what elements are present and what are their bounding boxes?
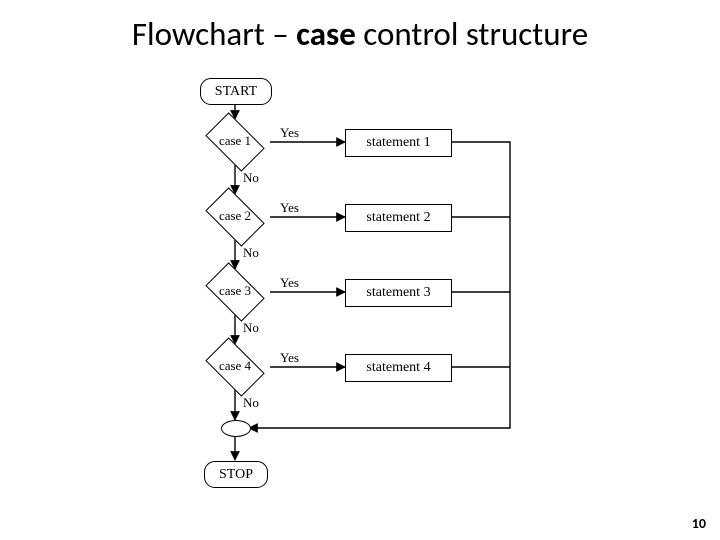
- case-1-label: case 1: [219, 134, 251, 148]
- stop-terminal: STOP: [204, 461, 268, 488]
- title-emphasis: case: [296, 14, 356, 54]
- no-label-2: No: [243, 245, 259, 261]
- title-text-post: control structure: [356, 14, 588, 54]
- no-label-1: No: [243, 170, 259, 186]
- connector: [221, 420, 251, 437]
- decision-case-3: case 3: [200, 269, 270, 314]
- statement-4-label: statement 4: [366, 360, 430, 375]
- yes-label-4: Yes: [280, 350, 299, 366]
- statement-3-label: statement 3: [366, 285, 430, 300]
- yes-label-2: Yes: [280, 200, 299, 216]
- case-2-label: case 2: [219, 209, 251, 223]
- slide: Flowchart – case control structure: [0, 0, 720, 540]
- start-terminal: START: [200, 78, 272, 105]
- no-label-3: No: [243, 320, 259, 336]
- statement-4: statement 4: [345, 354, 452, 382]
- statement-2: statement 2: [345, 204, 452, 232]
- slide-title: Flowchart – case control structure: [0, 14, 720, 54]
- decision-case-2: case 2: [200, 194, 270, 239]
- start-label: START: [215, 84, 257, 99]
- stop-label: STOP: [219, 467, 253, 482]
- statement-1-label: statement 1: [366, 135, 430, 150]
- yes-label-3: Yes: [280, 275, 299, 291]
- statement-2-label: statement 2: [366, 210, 430, 225]
- page-number: 10: [692, 515, 706, 532]
- no-label-4: No: [243, 395, 259, 411]
- case-4-label: case 4: [219, 359, 251, 373]
- decision-case-1: case 1: [200, 119, 270, 164]
- flowchart: START case 1 Yes No statement 1 case 2 Y…: [160, 75, 590, 505]
- statement-1: statement 1: [345, 129, 452, 157]
- statement-3: statement 3: [345, 279, 452, 307]
- case-3-label: case 3: [219, 284, 251, 298]
- title-text-pre: Flowchart –: [132, 14, 296, 54]
- decision-case-4: case 4: [200, 344, 270, 389]
- yes-label-1: Yes: [280, 125, 299, 141]
